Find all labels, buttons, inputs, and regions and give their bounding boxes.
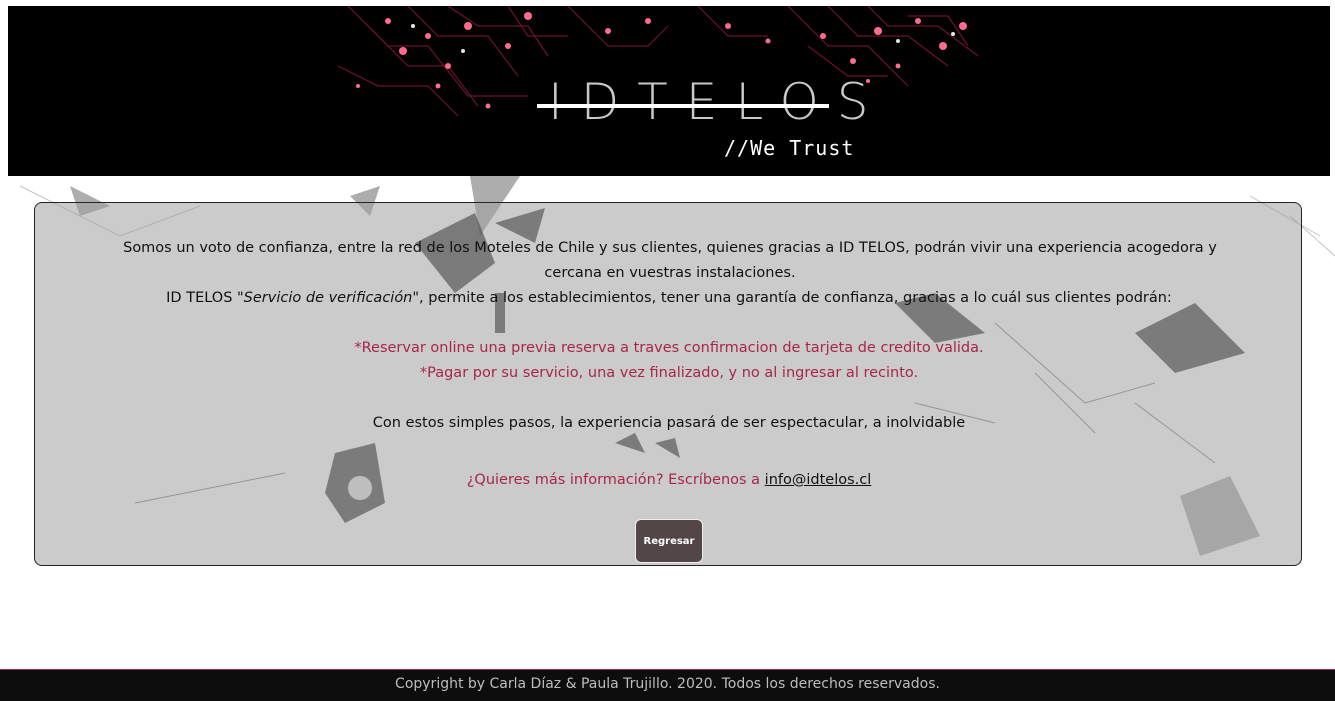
site-logo[interactable]: IDTELOS xyxy=(548,72,869,132)
back-button[interactable]: Regresar xyxy=(635,519,703,563)
site-footer: Copyright by Carla Díaz & Paula Trujillo… xyxy=(0,669,1335,701)
benefit-item-pay: *Pagar por su servicio, una vez finaliza… xyxy=(419,365,919,381)
benefit-item-reserve: *Reservar online una previa reserva a tr… xyxy=(354,340,984,356)
intro-paragraph: Somos un voto de confianza, entre la red… xyxy=(123,240,1217,281)
copyright-text: Copyright by Carla Díaz & Paula Trujillo… xyxy=(395,676,940,692)
contact-prompt: ¿Quieres más información? Escríbenos a xyxy=(466,472,765,488)
brand-name: ID TELOS xyxy=(166,290,238,306)
logo-underline xyxy=(537,104,829,108)
tagline: //We Trust xyxy=(724,136,855,160)
info-panel: Somos un voto de confianza, entre la red… xyxy=(34,202,1302,566)
service-description: , permite a los establecimientos, tener … xyxy=(419,290,1172,306)
closing-statement: Con estos simples pasos, la experiencia … xyxy=(372,415,966,431)
site-header: IDTELOS //We Trust xyxy=(8,6,1330,176)
contact-line: ¿Quieres más información? Escríbenos a i… xyxy=(35,468,1301,493)
service-paragraph: ID TELOS "Servicio de verificación", per… xyxy=(35,286,1301,311)
service-name: "Servicio de verificación" xyxy=(237,290,420,306)
contact-email-link[interactable]: info@idtelos.cl xyxy=(765,472,872,488)
